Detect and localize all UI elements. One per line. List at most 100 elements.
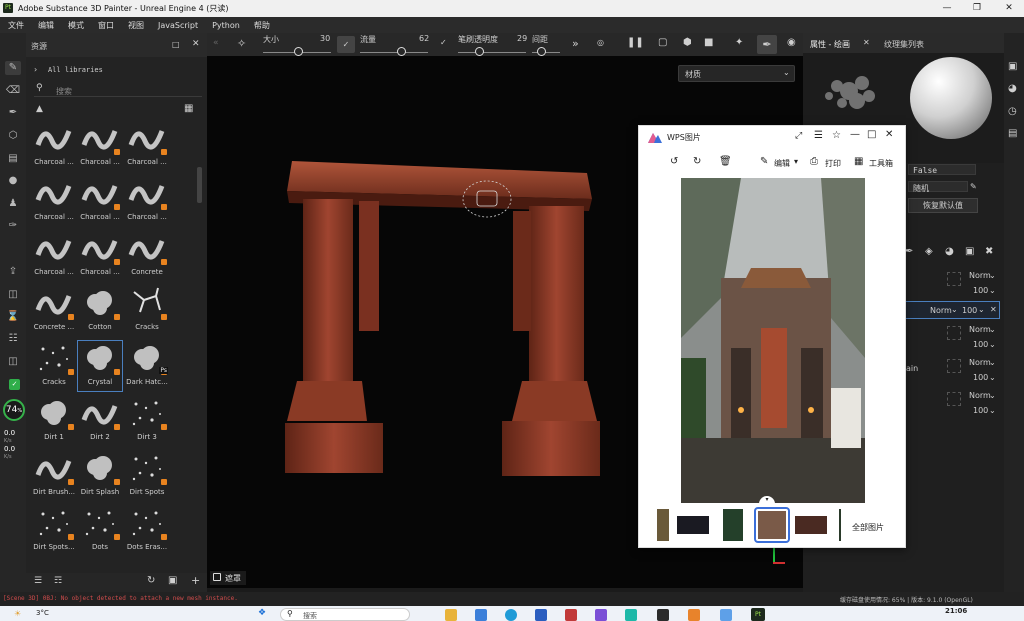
filter-icon[interactable]: ▲ — [36, 104, 43, 114]
bake-icon[interactable]: ◫ — [5, 288, 21, 302]
close-icon[interactable]: ✕ — [990, 305, 997, 314]
opacity-value[interactable]: 29 — [517, 34, 527, 43]
camera-view-icon[interactable]: ▢ — [658, 37, 667, 48]
size-slider-knob[interactable] — [294, 47, 303, 56]
export-icon[interactable]: ⇪ — [5, 265, 21, 279]
brush-item[interactable]: Dots Eras... — [125, 506, 169, 556]
history-icon[interactable]: ◷ — [1008, 106, 1017, 117]
log-icon[interactable]: ▤ — [1008, 128, 1017, 139]
edit-pencil-icon[interactable]: ✎ — [970, 182, 977, 191]
picker-icon[interactable]: ♟ — [5, 197, 21, 211]
layer-blend-mode[interactable]: Norm — [969, 271, 991, 280]
edge-icon[interactable] — [505, 609, 517, 621]
minimize-button[interactable]: — — [932, 0, 962, 17]
print-button[interactable]: 打印 — [825, 158, 841, 169]
layer-blend-mode[interactable]: Norm — [930, 306, 952, 315]
app-icon[interactable] — [657, 609, 669, 621]
brush-item[interactable]: Concrete ... — [32, 286, 76, 336]
random-field[interactable]: 随机 — [908, 181, 968, 193]
library-name[interactable]: All libraries — [48, 66, 103, 74]
size-value[interactable]: 30 — [320, 34, 330, 43]
layer-opacity[interactable]: 100 — [973, 340, 988, 349]
brush-item[interactable]: Dots — [78, 506, 122, 556]
box-icon[interactable]: ◫ — [5, 355, 21, 369]
substance-painter-taskbar-icon[interactable]: Pt — [751, 608, 765, 621]
layer-row-2-selected[interactable]: Norm ⌄ 100 ⌄ ✕ — [903, 301, 1000, 319]
menu-edit[interactable]: 编辑 — [38, 20, 54, 31]
collapse-left-icon[interactable]: « — [213, 38, 219, 48]
layer-opacity[interactable]: 100 — [973, 286, 988, 295]
brush-item[interactable]: Charcoal ... — [125, 176, 169, 226]
refresh-icon[interactable]: ↻ — [147, 575, 155, 586]
close-button[interactable]: ✕ — [994, 0, 1024, 17]
toolbox-icon[interactable]: ▦ — [854, 156, 863, 167]
mask-toggle[interactable]: 遮罩 — [210, 571, 246, 585]
brush-item[interactable]: Dirt 1 — [32, 396, 76, 446]
brush-item[interactable]: Ps Dark Hatc... — [125, 341, 169, 391]
clone-icon[interactable]: ● — [5, 174, 21, 188]
print-icon[interactable]: ⎙ — [810, 156, 818, 167]
thumbnail-1[interactable] — [657, 509, 669, 541]
smart-material-icon[interactable]: ◕ — [945, 246, 954, 257]
menu-javascript[interactable]: JavaScript — [158, 21, 198, 30]
brush-item[interactable]: Charcoal ... — [78, 176, 122, 226]
layer-opacity[interactable]: 100 — [962, 306, 977, 315]
expand-chevron-icon[interactable]: › — [34, 65, 37, 74]
edit-button[interactable]: 编辑 — [774, 158, 790, 169]
mail-icon[interactable] — [475, 609, 487, 621]
screenshot-icon[interactable]: ◉ — [787, 37, 796, 48]
layer-blend-mode[interactable]: Norm — [969, 325, 991, 334]
menu-help[interactable]: 帮助 — [254, 20, 270, 31]
menu-window[interactable]: 窗口 — [98, 20, 114, 31]
grid-view-icon[interactable]: ▦ — [184, 103, 193, 114]
menu-file[interactable]: 文件 — [8, 20, 24, 31]
assets-scrollbar[interactable] — [197, 167, 202, 203]
flow-pressure-icon[interactable]: ✓ — [440, 38, 447, 47]
import-icon[interactable]: ▣ — [168, 575, 177, 586]
paint-mode-icon[interactable]: ✒ — [757, 35, 777, 54]
paint-brush-icon[interactable]: ✎ — [5, 61, 21, 75]
maximize-button[interactable]: ❐ — [962, 0, 992, 17]
file-explorer-icon[interactable] — [445, 609, 457, 621]
smudge-icon[interactable]: ▤ — [5, 152, 21, 166]
layer-row-4[interactable]: ain Norm ⌄ 100 ⌄ — [903, 356, 1004, 386]
store-icon[interactable] — [535, 609, 547, 621]
search-box[interactable]: ⚲ 搜索 — [34, 83, 202, 97]
folder-icon[interactable]: ▣ — [965, 246, 974, 257]
brush-item[interactable]: Crystal — [77, 340, 123, 392]
flow-slider[interactable] — [360, 52, 428, 53]
cube-icon[interactable]: ⬢ — [683, 37, 692, 48]
eyedropper-icon[interactable]: ✑ — [5, 219, 21, 233]
layer-row-5[interactable]: Norm ⌄ 100 ⌄ — [903, 389, 1004, 419]
edit-icon[interactable]: ✎ — [760, 156, 768, 167]
opacity-slider-knob[interactable] — [475, 47, 484, 56]
symmetry-icon[interactable]: ✦ — [735, 37, 743, 48]
tab-texture-set-list[interactable]: 纹理集列表 — [884, 39, 924, 50]
flow-value[interactable]: 62 — [419, 34, 429, 43]
start-icon[interactable]: ❖ — [258, 608, 266, 618]
tab-properties-paint[interactable]: 属性 - 绘画 — [810, 39, 850, 50]
menu-icon[interactable]: ☰ — [814, 130, 823, 141]
thumbnail-6[interactable] — [839, 509, 841, 541]
brush-item[interactable]: Charcoal ... — [78, 123, 122, 171]
thumbnail-5[interactable] — [795, 516, 827, 534]
layer-blend-mode[interactable]: Norm — [969, 358, 991, 367]
app-icon[interactable] — [720, 609, 732, 621]
hide-icon[interactable]: ◎ — [597, 38, 604, 47]
brush-item[interactable]: Dirt 2 — [78, 396, 122, 446]
brush-item[interactable]: Charcoal ... — [32, 123, 76, 171]
all-images-link[interactable]: 全部图片 — [852, 522, 884, 533]
projection-icon[interactable]: ✒ — [5, 106, 21, 120]
polygon-fill-icon[interactable]: ⬡ — [5, 129, 21, 143]
app-icon[interactable] — [688, 609, 700, 621]
mask-tool-icon[interactable]: ✒ — [905, 246, 913, 257]
brush-item[interactable]: Cotton — [78, 286, 122, 336]
thumbnail-3[interactable] — [723, 509, 743, 541]
rotate-left-icon[interactable]: ↺ — [670, 156, 678, 167]
layer-opacity[interactable]: 100 — [973, 406, 988, 415]
menu-view[interactable]: 视图 — [128, 20, 144, 31]
expand-right-icon[interactable]: » — [572, 37, 579, 50]
layer-blend-mode[interactable]: Norm — [969, 391, 991, 400]
main-image[interactable] — [681, 178, 865, 503]
brush-item[interactable]: Dirt Spots — [125, 451, 169, 501]
